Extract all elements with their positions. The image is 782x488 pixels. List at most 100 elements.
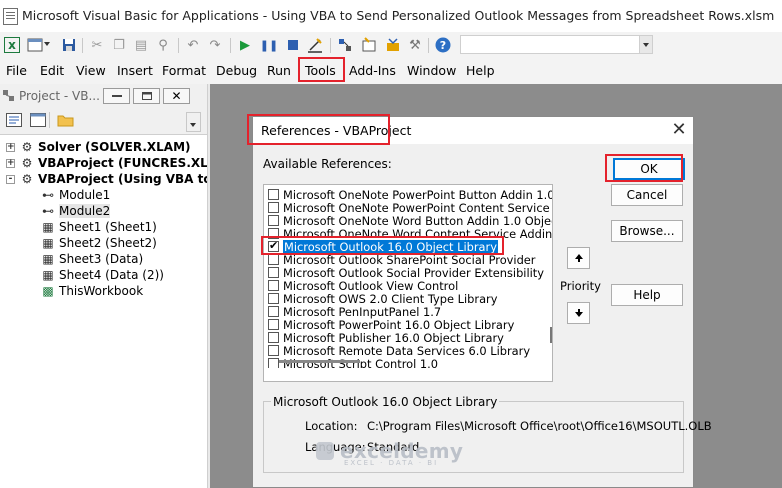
workbook-icon: ▩ [42,284,54,298]
reference-checkbox[interactable] [268,189,279,200]
menu-insert[interactable]: Insert [117,63,153,78]
insert-userform-icon[interactable] [26,36,44,54]
reference-item[interactable]: Microsoft Publisher 16.0 Object Library [268,330,504,345]
toolbar-separator [230,38,231,53]
tree-item-label: Sheet1 (Sheet1) [59,220,157,234]
tree-item-sheet1[interactable]: ▦ Sheet1 (Sheet1) [40,219,157,235]
save-icon[interactable] [60,36,78,54]
excel-icon[interactable]: x [4,37,20,53]
menu-help[interactable]: Help [466,63,495,78]
menu-debug[interactable]: Debug [216,63,257,78]
reference-item[interactable]: Microsoft OneNote Word Button Addin 1.0 … [268,214,552,228]
location-label: Location: [305,419,358,433]
undo-icon[interactable]: ↶ [184,36,202,54]
sheet-icon: ▦ [42,252,54,266]
tree-item-solver[interactable]: + ⚙ Solver (SOLVER.XLAM) [6,139,191,155]
help-button[interactable]: Help [611,284,683,306]
menu-run[interactable]: Run [267,63,291,78]
view-code-icon[interactable] [6,113,22,130]
reference-item[interactable]: Microsoft Remote Data Services 6.0 Libra… [268,344,530,358]
browse-button[interactable]: Browse... [611,220,683,242]
cancel-button[interactable]: Cancel [611,184,683,206]
tree-item-label: Sheet4 (Data (2)) [59,268,164,282]
reference-checkbox[interactable] [268,332,279,343]
reference-checkbox[interactable] [268,254,279,265]
close-icon[interactable]: ✕ [669,120,689,140]
reference-item[interactable]: Microsoft OWS 2.0 Client Type Library [268,292,497,306]
project-tree: + ⚙ Solver (SOLVER.XLAM) + ⚙ VBAProject … [0,136,229,488]
module-icon: ⊷ [42,204,54,218]
ok-button-highlight-box [605,154,683,182]
menu-view[interactable]: View [76,63,106,78]
cut-icon[interactable]: ✂ [88,36,106,54]
reference-checkbox[interactable] [268,306,279,317]
menu-edit[interactable]: Edit [40,63,64,78]
view-object-icon[interactable] [30,113,46,130]
reference-item[interactable]: Microsoft Outlook View Control [268,278,459,293]
paste-icon[interactable]: ▤ [132,36,150,54]
tree-item-module2[interactable]: ⊷ Module2 [40,203,111,219]
tree-item-thisworkbook[interactable]: ▩ ThisWorkbook [40,283,143,299]
menu-add-ins[interactable]: Add-Ins [349,63,396,78]
toolbox-icon[interactable]: ⚒ [406,36,424,54]
tree-expander[interactable]: - [6,174,15,184]
menu-file[interactable]: File [6,63,27,78]
sheet-icon: ▦ [42,268,54,282]
pane-restore-button[interactable] [133,88,160,104]
reference-checkbox[interactable] [268,319,279,330]
priority-up-button[interactable] [567,247,590,269]
toggle-folders-icon[interactable] [57,113,74,130]
references-horizontal-scrollbar[interactable] [264,368,552,381]
reference-label: Microsoft Publisher 16.0 Object Library [283,330,504,345]
reference-checkbox[interactable] [268,280,279,291]
reference-item[interactable]: Microsoft OneNote PowerPoint Button Addi… [268,188,552,202]
reference-item[interactable]: Microsoft Outlook Social Provider Extens… [268,266,544,280]
reference-checkbox[interactable] [268,215,279,226]
vbaproject-icon: ⚙ [21,172,33,186]
run-icon[interactable]: ▶ [236,36,254,54]
pane-minimize-button[interactable] [103,88,130,104]
reference-checkbox[interactable] [268,345,279,356]
tree-item-label: Sheet3 (Data) [59,252,144,266]
tree-item-funcres[interactable]: + ⚙ VBAProject (FUNCRES.XLAM [6,155,229,171]
insert-dropdown-arrow[interactable] [44,42,50,49]
menu-format[interactable]: Format [162,63,206,78]
find-icon[interactable]: ⚲ [154,36,172,54]
break-icon[interactable]: ❚❚ [260,36,278,54]
project-explorer-icon[interactable] [336,36,354,54]
reset-icon[interactable] [284,36,302,54]
pane-scroll-button[interactable] [186,112,201,132]
properties-icon[interactable] [360,36,378,54]
project-pane-header: Project - VB... ✕ [0,84,207,108]
pane-close-button[interactable]: ✕ [163,88,190,104]
line-column-combo[interactable] [460,35,653,54]
references-listbox[interactable]: Microsoft OneNote PowerPoint Button Addi… [263,184,553,382]
tree-item-sheet2[interactable]: ▦ Sheet2 (Sheet2) [40,235,157,251]
priority-down-button[interactable] [567,302,590,324]
help-icon[interactable]: ? [434,36,452,54]
tree-expander[interactable]: + [6,142,15,152]
reference-checkbox[interactable] [268,202,279,213]
reference-item[interactable]: Microsoft PowerPoint 16.0 Object Library [268,317,515,332]
tree-item-sheet4[interactable]: ▦ Sheet4 (Data (2)) [40,267,164,283]
tree-item-sheet3[interactable]: ▦ Sheet3 (Data) [40,251,143,267]
design-mode-icon[interactable] [306,36,324,54]
toolbar-separator [178,38,179,53]
reference-label: Microsoft PowerPoint 16.0 Object Library [283,317,515,332]
tree-item-current-project[interactable]: - ⚙ VBAProject (Using VBA to S [6,171,224,187]
copy-icon[interactable]: ❐ [110,36,128,54]
references-vertical-scroll-thumb[interactable] [550,327,552,343]
reference-label: Microsoft Outlook View Control [283,278,459,293]
tree-item-module1[interactable]: ⊷ Module1 [40,187,110,203]
tree-expander[interactable]: + [6,158,15,168]
menu-window[interactable]: Window [407,63,456,78]
object-browser-icon[interactable] [384,36,402,54]
references-horizontal-scroll-thumb[interactable] [279,360,360,363]
reference-item[interactable]: Microsoft PenInputPanel 1.7 [268,305,441,319]
combo-dropdown-button[interactable] [639,36,652,53]
redo-icon[interactable]: ↷ [206,36,224,54]
reference-checkbox[interactable] [268,267,279,278]
toolbar-separator [330,38,331,53]
reference-checkbox[interactable] [268,293,279,304]
reference-item[interactable]: Microsoft OneNote PowerPoint Content Ser… [268,201,552,215]
